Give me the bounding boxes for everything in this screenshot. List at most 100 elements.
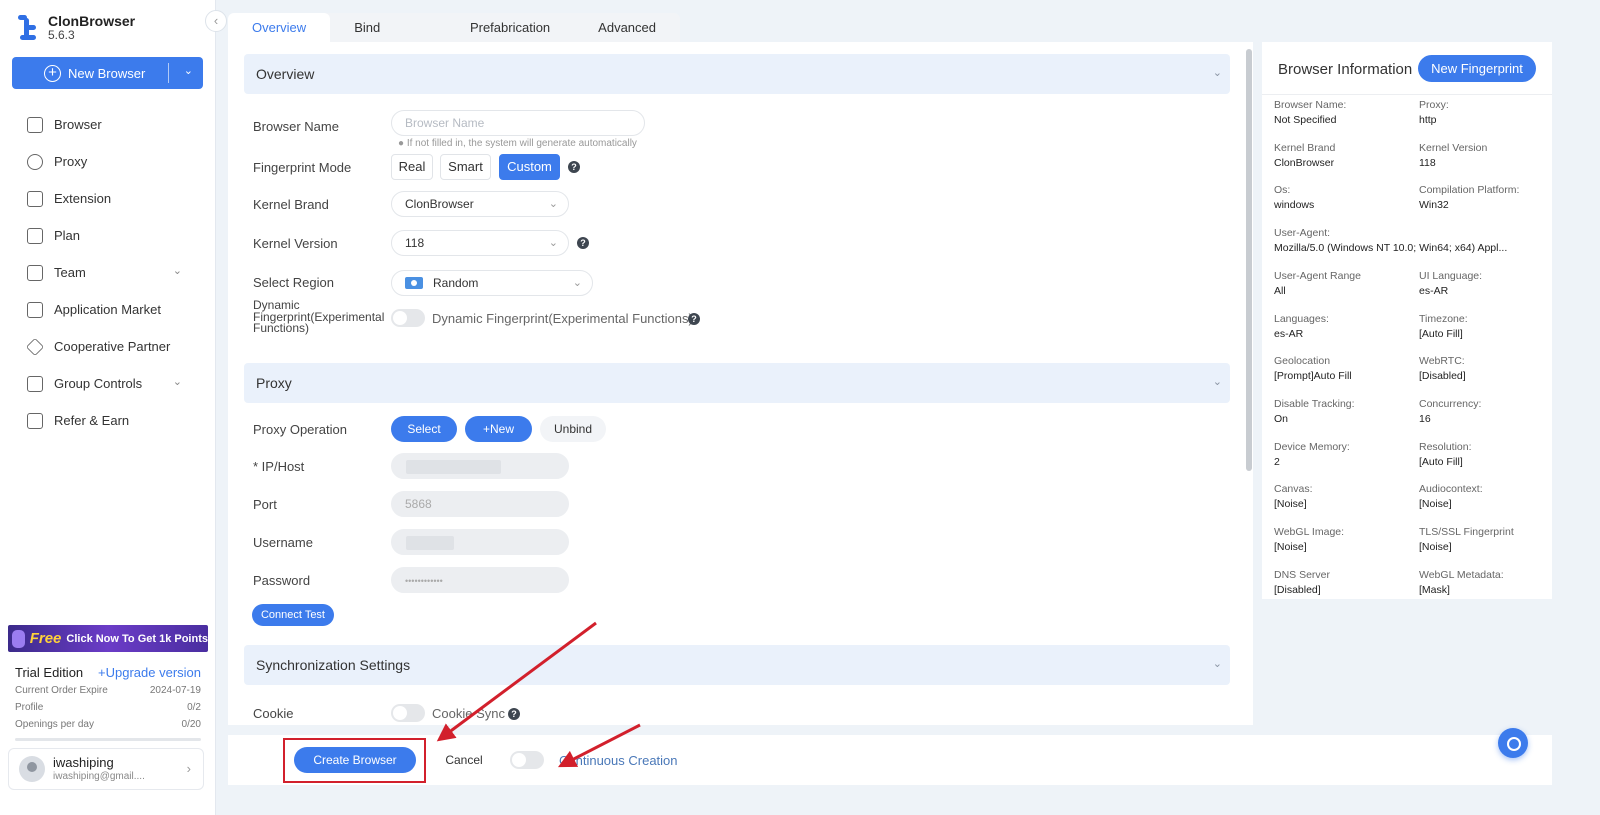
globe-icon <box>27 153 43 170</box>
sidebar-item-label: Team <box>54 265 86 280</box>
panel-scrollbar[interactable] <box>1246 49 1252 471</box>
continuous-creation-toggle[interactable] <box>510 751 544 769</box>
help-icon[interactable]: ? <box>568 161 580 173</box>
cancel-button[interactable]: Cancel <box>431 747 497 773</box>
kernel-version-label: Kernel Version <box>253 236 338 251</box>
dynamic-fingerprint-toggle[interactable] <box>391 309 425 327</box>
sidebar: ClonBrowser 5.6.3 + New Browser ⌄ Browse… <box>0 0 216 815</box>
sidebar-item-plan[interactable]: Plan <box>0 217 214 254</box>
sidebar-item-proxy[interactable]: Proxy <box>0 143 214 180</box>
proxy-new-button[interactable]: +New <box>465 416 532 442</box>
proxy-unbind-button[interactable]: Unbind <box>540 416 606 442</box>
section-overview[interactable]: Overview ⌄ <box>244 54 1230 94</box>
info-item: Kernel Version 118 <box>1419 141 1559 171</box>
cookie-sync-label: Cookie Sync <box>432 706 505 721</box>
group-icon <box>27 375 43 392</box>
region-label: Select Region <box>253 275 334 290</box>
region-select[interactable]: Random ⌄ <box>391 270 593 296</box>
upgrade-link[interactable]: +Upgrade version <box>98 665 201 680</box>
sidebar-item-refer-earn[interactable]: Refer & Earn <box>0 402 214 439</box>
trial-key: Openings per day <box>15 719 94 730</box>
browser-name-input[interactable]: Browser Name <box>391 110 645 136</box>
promo-free: Free <box>29 630 62 647</box>
info-key: Os: <box>1274 184 1291 197</box>
fingerprint-mode-real[interactable]: Real <box>391 154 433 180</box>
user-card[interactable]: iwashiping iwashiping@gmail.... › <box>8 748 204 790</box>
info-key: Canvas: <box>1274 483 1313 496</box>
kernel-version-select[interactable]: 118 ⌄ <box>391 230 569 256</box>
info-key: Device Memory: <box>1274 440 1350 453</box>
lightbulb-icon: ● <box>398 138 405 149</box>
info-item: Compilation Platform: Win32 <box>1419 183 1559 213</box>
promo-banner[interactable]: Free Click Now To Get 1k Points <box>8 625 208 652</box>
sidebar-item-browser[interactable]: Browser <box>0 106 214 143</box>
ip-host-label: * IP/Host <box>253 459 305 474</box>
tab-bind-account[interactable]: Bind Account <box>330 13 446 64</box>
info-key: Disable Tracking: <box>1274 397 1355 410</box>
password-input[interactable]: •••••••••••• <box>391 567 569 593</box>
fingerprint-mode-smart[interactable]: Smart <box>440 154 491 180</box>
collapse-sidebar-button[interactable]: ‹ <box>205 10 227 32</box>
username-input[interactable] <box>391 529 569 555</box>
browser-icon <box>27 116 43 133</box>
info-value: 16 <box>1419 412 1431 425</box>
sidebar-item-cooperative-partner[interactable]: Cooperative Partner <box>0 328 214 365</box>
sidebar-item-extension[interactable]: Extension <box>0 180 214 217</box>
info-value: Mozilla/5.0 (Windows NT 10.0; Win64; x64… <box>1274 242 1508 255</box>
help-icon[interactable]: ? <box>577 237 589 249</box>
customer-support-icon[interactable] <box>1498 728 1528 758</box>
new-browser-button[interactable]: + New Browser ⌄ <box>12 57 203 89</box>
help-icon[interactable]: ? <box>508 708 520 720</box>
help-icon[interactable]: ? <box>688 313 700 325</box>
section-title: Overview <box>256 66 315 82</box>
section-proxy[interactable]: Proxy ⌄ <box>244 363 1230 403</box>
highlight-box <box>283 738 426 783</box>
username-label: Username <box>253 535 313 550</box>
cookie-sync-toggle[interactable] <box>391 704 425 722</box>
document-icon <box>27 227 43 244</box>
port-input[interactable]: 5868 <box>391 491 569 517</box>
info-value: [Disabled] <box>1419 370 1466 383</box>
fingerprint-mode-custom[interactable]: Custom <box>499 154 560 180</box>
sidebar-item-label: Application Market <box>54 302 161 317</box>
tab-advanced[interactable]: Advanced <box>574 13 680 42</box>
chevron-down-icon[interactable]: ⌄ <box>184 64 193 77</box>
info-value: All <box>1274 284 1286 297</box>
chevron-right-icon: › <box>186 761 191 776</box>
info-value: es-AR <box>1274 327 1304 340</box>
proxy-select-button[interactable]: Select <box>391 416 457 442</box>
tab-overview[interactable]: Overview <box>228 13 331 42</box>
info-key: Concurrency: <box>1419 397 1482 410</box>
chevron-down-icon: ⌄ <box>1212 658 1222 670</box>
info-value: windows <box>1274 199 1315 212</box>
trial-key: Profile <box>15 702 44 713</box>
browser-name-hint: ● If not filled in, the system will gene… <box>398 138 637 149</box>
new-browser-label: New Browser <box>68 65 146 81</box>
app-name: ClonBrowser <box>48 13 136 29</box>
section-title: Synchronization Settings <box>256 657 411 673</box>
info-item: WebRTC: [Disabled] <box>1419 354 1559 384</box>
tab-prefabrication[interactable]: Prefabrication <box>446 13 574 42</box>
browser-form-panel: Overview ⌄ Browser Name Browser Name ● I… <box>228 42 1253 725</box>
kernel-brand-select[interactable]: ClonBrowser ⌄ <box>391 191 569 217</box>
info-item: TLS/SSL Fingerprint [Noise] <box>1419 525 1559 555</box>
info-item: DNS Server [Disabled] <box>1274 568 1414 598</box>
robot-icon <box>12 629 25 648</box>
section-synchronization[interactable]: Synchronization Settings ⌄ <box>244 645 1230 685</box>
password-label: Password <box>253 573 311 588</box>
info-item: Browser Name: Not Specified <box>1274 98 1414 128</box>
sidebar-item-group-controls[interactable]: Group Controls ⌄ <box>0 365 214 402</box>
info-value: ClonBrowser <box>1274 156 1335 169</box>
sidebar-item-application-market[interactable]: Application Market <box>0 291 214 328</box>
trial-value: 2024-07-19 <box>149 685 201 696</box>
info-item: User-Agent: Mozilla/5.0 (Windows NT 10.0;… <box>1274 226 1512 256</box>
info-value: [Noise] <box>1419 498 1452 511</box>
connect-test-button[interactable]: Connect Test <box>252 604 334 626</box>
sidebar-item-team[interactable]: Team ⌄ <box>0 254 214 291</box>
info-key: Kernel Brand <box>1274 141 1336 154</box>
fingerprint-mode-label: Fingerprint Mode <box>253 160 352 175</box>
info-item: Resolution: [Auto Fill] <box>1419 440 1559 470</box>
sidebar-item-label: Extension <box>54 191 112 206</box>
new-fingerprint-button[interactable]: New Fingerprint <box>1418 55 1536 82</box>
ip-host-input[interactable] <box>391 453 569 479</box>
